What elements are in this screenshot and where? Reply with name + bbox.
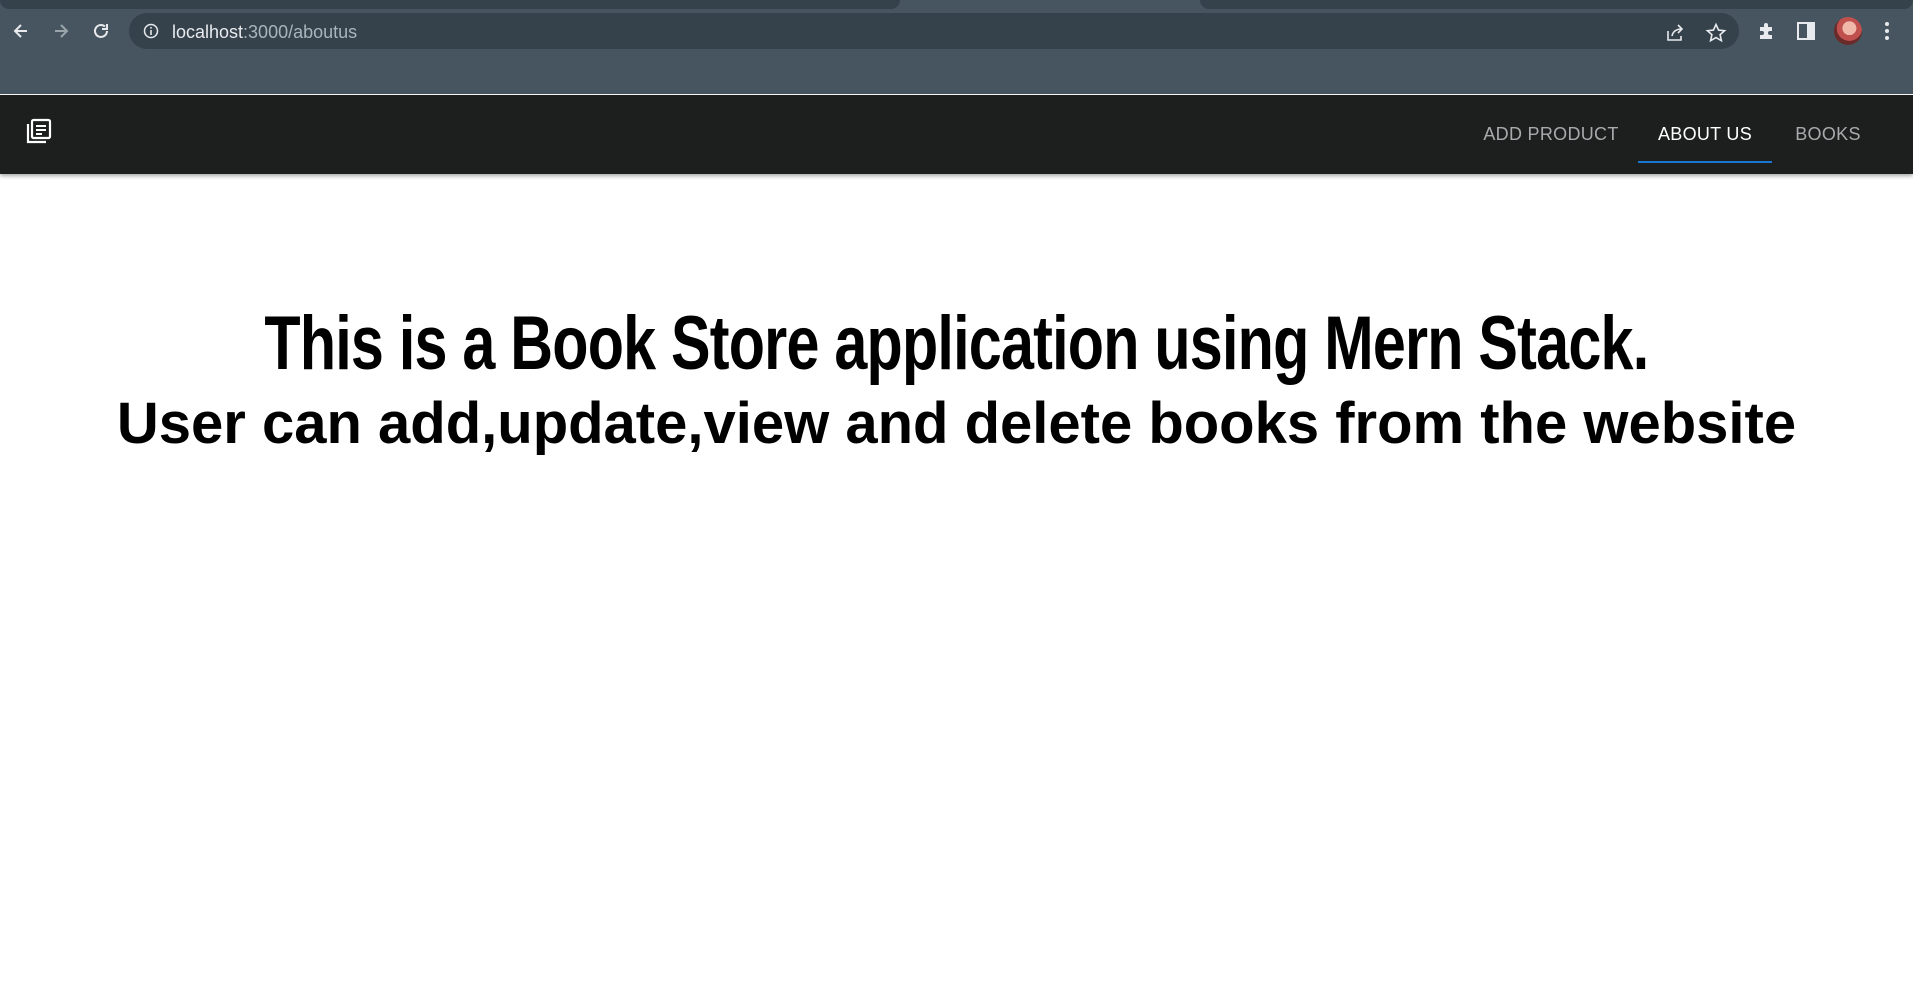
browser-tab[interactable]	[1200, 0, 1913, 9]
url-path: :3000/aboutus	[243, 22, 358, 42]
star-icon[interactable]	[1705, 22, 1727, 44]
tab-add-product[interactable]: ADD PRODUCT	[1470, 95, 1632, 174]
library-books-icon	[25, 117, 53, 145]
tab-books[interactable]: BOOKS	[1778, 95, 1878, 174]
page-subheading: User can add,update,view and delete book…	[116, 391, 1797, 456]
address-bar[interactable]: localhost:3000/aboutus	[129, 13, 1739, 49]
arrow-right-icon[interactable]	[49, 19, 73, 43]
arrow-left-icon[interactable]	[9, 19, 33, 43]
puzzle-icon[interactable]	[1755, 20, 1777, 42]
avatar[interactable]	[1834, 17, 1862, 45]
app-header: ADD PRODUCT ABOUT US BOOKS	[0, 95, 1913, 174]
kebab-menu-icon[interactable]	[1876, 20, 1898, 42]
browser-chrome: localhost:3000/aboutus	[0, 0, 1913, 94]
url-text: localhost:3000/aboutus	[172, 22, 357, 43]
url-host: localhost	[172, 22, 244, 42]
browser-tab[interactable]	[0, 0, 900, 9]
active-tab-indicator	[1638, 161, 1772, 163]
reload-icon[interactable]	[89, 19, 113, 43]
page-heading: This is a Book Store application using M…	[264, 301, 1649, 386]
share-icon[interactable]	[1664, 22, 1686, 44]
side-panel-icon[interactable]	[1795, 20, 1817, 42]
info-icon[interactable]	[143, 23, 159, 39]
